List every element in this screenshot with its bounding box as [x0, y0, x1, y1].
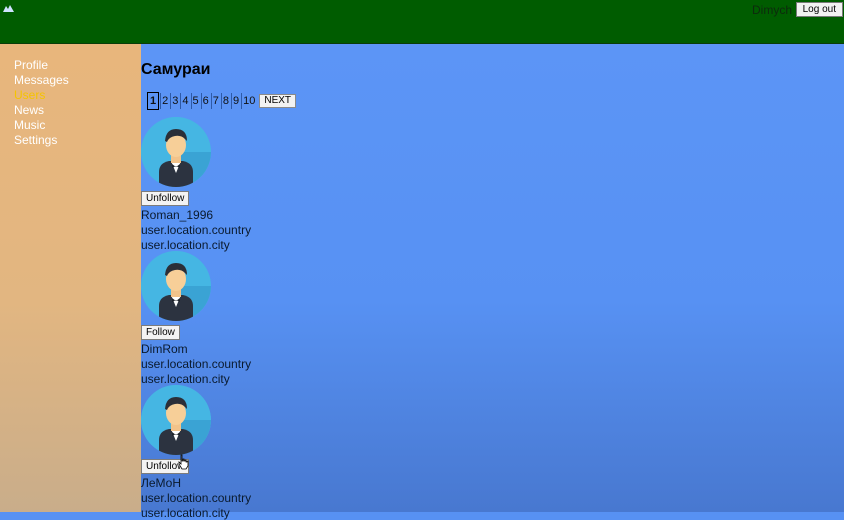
user-avatar — [141, 251, 211, 321]
user-card: Unfollow ЛеМоН user.location.country use… — [141, 385, 281, 520]
page-number[interactable]: 4 — [180, 93, 189, 109]
user-name: ЛеМоН — [141, 476, 182, 490]
page-number[interactable]: 7 — [210, 93, 220, 109]
page-title: Самураи — [141, 61, 211, 78]
person-icon — [141, 385, 211, 455]
sidebar-item-music[interactable]: Music — [14, 118, 69, 133]
user-card: Unfollow Roman_1996 user.location.countr… — [141, 117, 281, 252]
logout-button[interactable]: Log out — [795, 2, 843, 17]
page-number[interactable]: 2 — [160, 93, 169, 109]
page-number[interactable]: 6 — [200, 93, 210, 109]
user-country: user.location.country — [141, 357, 252, 371]
logo-icon — [3, 5, 14, 12]
pagination: 1 2 3 4 5 6 7 8 9 10 NEXT — [147, 92, 297, 110]
mouse-cursor-icon — [178, 454, 189, 470]
sidebar-nav: Profile Messages Users News Music Settin… — [0, 44, 141, 512]
page-number[interactable]: 3 — [170, 93, 179, 109]
user-avatar — [141, 117, 211, 187]
user-country: user.location.country — [141, 491, 252, 505]
user-avatar — [141, 385, 211, 455]
user-city: user.location.city — [141, 506, 230, 520]
page-number[interactable]: 10 — [241, 93, 256, 109]
user-name: DimRom — [141, 342, 188, 356]
sidebar-item-profile[interactable]: Profile — [14, 58, 69, 73]
user-city: user.location.city — [141, 238, 230, 252]
page-number[interactable]: 8 — [220, 93, 230, 109]
person-icon — [141, 251, 211, 321]
sidebar-item-settings[interactable]: Settings — [14, 133, 69, 148]
sidebar-item-news[interactable]: News — [14, 103, 69, 118]
users-page: Самураи 1 2 3 4 5 6 7 8 9 10 NEXT Unfoll… — [141, 44, 844, 520]
app-header: Dimych Log out — [0, 0, 844, 44]
person-icon — [141, 117, 211, 187]
page-number[interactable]: 1 — [147, 92, 160, 110]
sidebar-item-messages[interactable]: Messages — [14, 73, 69, 88]
user-country: user.location.country — [141, 223, 252, 237]
page-number[interactable]: 9 — [231, 93, 240, 109]
user-city: user.location.city — [141, 372, 230, 386]
page-number[interactable]: 5 — [190, 93, 200, 109]
unfollow-button[interactable]: Unfollow — [141, 191, 190, 206]
next-page-button[interactable]: NEXT — [259, 94, 297, 108]
user-name: Roman_1996 — [141, 208, 214, 222]
sidebar-item-users[interactable]: Users — [14, 88, 69, 103]
follow-button[interactable]: Follow — [141, 325, 180, 340]
user-card: Follow DimRom user.location.country user… — [141, 251, 281, 386]
login-name: Dimych — [751, 3, 792, 17]
